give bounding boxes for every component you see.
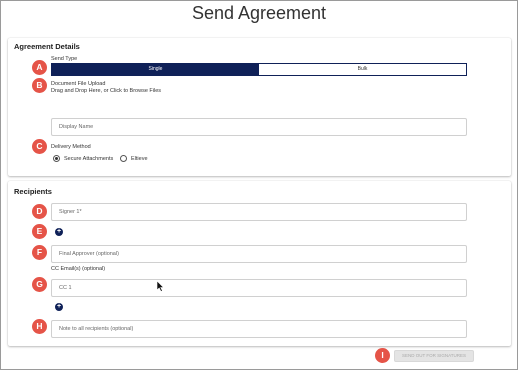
send-for-signatures-button[interactable]: SEND OUT FOR SIGNATURES (394, 350, 474, 362)
marker-a: A (32, 60, 47, 75)
delivery-secure-radio[interactable] (53, 155, 60, 162)
delivery-secure-label: Secure Attachments (64, 156, 114, 162)
send-type-toggle[interactable]: Single Bulk (51, 63, 467, 76)
add-signer-icon[interactable]: + (55, 228, 63, 236)
add-cc-icon[interactable]: + (55, 303, 63, 311)
delivery-eltieve-radio[interactable] (120, 155, 127, 162)
display-name-input[interactable]: Display Name (51, 118, 467, 136)
document-drop-zone[interactable]: Drag and Drop Here, or Click to Browse F… (51, 88, 161, 94)
signer-input[interactable]: Signer 1* (51, 203, 467, 221)
delivery-method-label: Delivery Method (51, 144, 91, 150)
marker-f: F (32, 245, 47, 260)
marker-g: G (32, 277, 47, 292)
mouse-cursor-icon (157, 281, 165, 292)
marker-e: E (32, 224, 47, 239)
marker-h: H (32, 319, 47, 334)
delivery-eltieve-label: Eltieve (131, 156, 148, 162)
marker-b: B (32, 78, 47, 93)
send-type-bulk[interactable]: Bulk (259, 64, 466, 75)
cc-input[interactable]: CC 1 (51, 279, 467, 297)
final-approver-input[interactable]: Final Approver (optional) (51, 245, 467, 263)
recipients-title: Recipients (14, 187, 52, 196)
page-title: Send Agreement (191, 3, 327, 23)
marker-i: I (375, 348, 390, 363)
note-input[interactable]: Note to all recipients (optional) (51, 320, 467, 338)
send-type-single[interactable]: Single (52, 64, 259, 75)
document-upload-label: Document File Upload (51, 81, 106, 87)
send-type-label: Send Type (51, 56, 78, 62)
marker-c: C (32, 139, 47, 154)
cc-label: CC Email(s) (optional) (51, 266, 106, 272)
agreement-details-title: Agreement Details (14, 42, 80, 51)
marker-d: D (32, 204, 47, 219)
